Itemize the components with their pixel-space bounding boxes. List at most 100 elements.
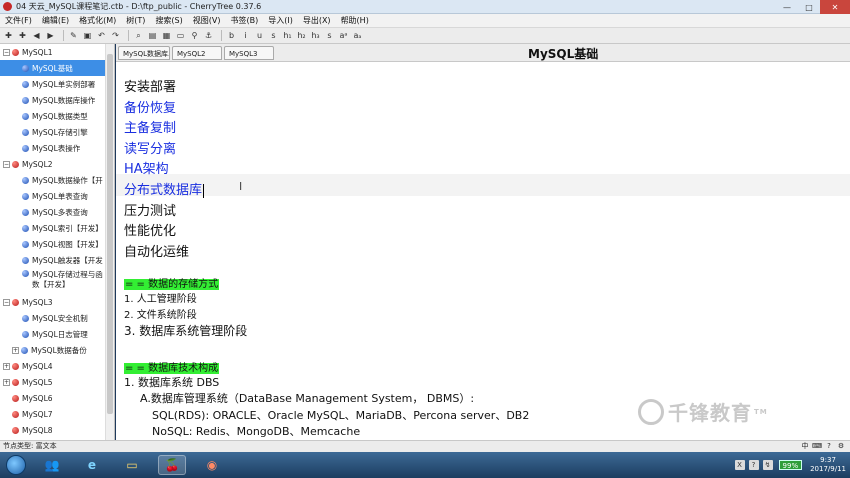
tree-node[interactable]: + MySQL数据备份 bbox=[0, 342, 114, 358]
tree-add-icon[interactable]: ✚ bbox=[3, 30, 14, 41]
h3-icon[interactable]: h₃ bbox=[310, 30, 321, 41]
tray-power-icon[interactable]: ↯ bbox=[762, 460, 773, 470]
tree-add-sub-icon[interactable]: ✚ bbox=[17, 30, 28, 41]
tree-node[interactable]: MySQL存储过程与函数【开发】 bbox=[0, 268, 114, 294]
tree-node[interactable]: MySQL8 bbox=[0, 422, 114, 438]
menu-item[interactable]: 帮助(H) bbox=[336, 15, 374, 26]
status-icon[interactable]: 中 bbox=[800, 441, 810, 452]
menu-item[interactable]: 文件(F) bbox=[0, 15, 37, 26]
expand-icon[interactable]: + bbox=[3, 378, 10, 386]
tree-node[interactable]: + MySQL4 bbox=[0, 358, 114, 374]
tree-node[interactable]: MySQL安全机制 bbox=[0, 310, 114, 326]
taskbar-explorer-icon[interactable]: ▭ bbox=[118, 455, 146, 475]
outline-link[interactable]: 备份恢复 bbox=[124, 97, 176, 116]
outline-link[interactable]: 读写分离 bbox=[124, 138, 176, 157]
tab-mysql2[interactable]: MySQL2 bbox=[172, 46, 222, 60]
tree-node-label: MySQL安全机制 bbox=[32, 313, 88, 323]
tree-node[interactable]: − MySQL1 bbox=[0, 44, 114, 60]
tree-node[interactable]: MySQL表操作 bbox=[0, 140, 114, 156]
taskbar-ie-icon[interactable]: e bbox=[78, 455, 106, 475]
clock[interactable]: 9:37 2017/9/11 bbox=[810, 456, 846, 474]
tree-node[interactable]: − MySQL3 bbox=[0, 294, 114, 310]
tree-node[interactable]: MySQL基础 bbox=[0, 60, 114, 76]
tree-node[interactable]: MySQL视图【开发】 bbox=[0, 236, 114, 252]
tree-node[interactable]: MySQL数据操作【开 bbox=[0, 172, 114, 188]
small-icon[interactable]: s bbox=[324, 30, 335, 41]
menu-item[interactable]: 编辑(E) bbox=[37, 15, 74, 26]
node-bullet-icon bbox=[21, 346, 28, 354]
outline-link[interactable]: 主备复制 bbox=[124, 117, 176, 136]
status-icon[interactable]: ⌨ bbox=[812, 441, 822, 452]
anchor-icon[interactable]: ⚓ bbox=[203, 30, 214, 41]
node-type-status: 节点类型: 富文本 bbox=[3, 442, 57, 450]
codebox-icon[interactable]: ▭ bbox=[175, 30, 186, 41]
redo-icon[interactable]: ↷ bbox=[110, 30, 121, 41]
tree-node[interactable]: − MySQL2 bbox=[0, 156, 114, 172]
outline-link[interactable]: 分布式数据库 bbox=[124, 179, 205, 198]
subscript-icon[interactable]: aₐ bbox=[352, 30, 363, 41]
taskbar-users-icon[interactable]: 👥 bbox=[38, 455, 66, 475]
menu-item[interactable]: 视图(V) bbox=[188, 15, 226, 26]
bold-icon[interactable]: b bbox=[226, 30, 237, 41]
superscript-icon[interactable]: aᵃ bbox=[338, 30, 349, 41]
tree-node[interactable]: MySQL存储引擎 bbox=[0, 124, 114, 140]
expand-icon[interactable]: + bbox=[12, 346, 19, 354]
menu-item[interactable]: 搜索(S) bbox=[150, 15, 187, 26]
search-icon[interactable]: ⌕ bbox=[133, 30, 144, 41]
rich-text-editor[interactable]: 安装部署 备份恢复 主备复制 读写分离 HA架构 分布式数据库 压力测试 性能优化 自动化运维 … bbox=[116, 62, 850, 440]
link-icon[interactable]: ⚲ bbox=[189, 30, 200, 41]
tree-node[interactable]: MySQL单实例部署 bbox=[0, 76, 114, 92]
close-button[interactable]: ✕ bbox=[820, 0, 850, 14]
tree-node[interactable]: MySQL6 bbox=[0, 390, 114, 406]
status-icon[interactable]: ⚙ bbox=[836, 441, 846, 452]
tree-node[interactable]: MySQL单表查询 bbox=[0, 188, 114, 204]
tree-node[interactable]: MySQL数据库操作 bbox=[0, 92, 114, 108]
tree-scrollbar[interactable] bbox=[105, 44, 114, 440]
status-icon[interactable]: ? bbox=[824, 441, 834, 452]
tree-node-label: MySQL视图【开发】 bbox=[32, 239, 103, 249]
h1-icon[interactable]: h₁ bbox=[282, 30, 293, 41]
tray-help-icon[interactable]: ? bbox=[748, 460, 759, 470]
battery-indicator[interactable]: 99% bbox=[778, 460, 803, 470]
menu-item[interactable]: 格式化(M) bbox=[74, 15, 121, 26]
expand-icon[interactable]: + bbox=[3, 362, 10, 370]
forward-icon[interactable]: ▶ bbox=[45, 30, 56, 41]
tree-node[interactable]: + MySQL5 bbox=[0, 374, 114, 390]
maximize-button[interactable]: □ bbox=[798, 0, 820, 14]
italic-icon[interactable]: i bbox=[240, 30, 251, 41]
node-tree[interactable]: − MySQL1 MySQL基础 MySQL单实例部署 MySQL数据库操作 MySQL数… bbox=[0, 44, 115, 440]
strikethrough-icon[interactable]: s bbox=[268, 30, 279, 41]
tab-mysql3[interactable]: MySQL3 bbox=[224, 46, 274, 60]
image-icon[interactable]: ▤ bbox=[147, 30, 158, 41]
start-button[interactable] bbox=[6, 455, 26, 475]
outline-link[interactable]: HA架构 bbox=[124, 158, 169, 177]
menu-item[interactable]: 导入(I) bbox=[263, 15, 298, 26]
tab-mysql-database[interactable]: MySQL数据库... bbox=[118, 46, 170, 60]
table-icon[interactable]: ▦ bbox=[161, 30, 172, 41]
menu-item[interactable]: 导出(X) bbox=[298, 15, 336, 26]
tree-node[interactable]: MySQL日志管理 bbox=[0, 326, 114, 342]
tree-scrollbar-thumb[interactable] bbox=[107, 54, 113, 414]
tree-node[interactable]: MySQL多表查询 bbox=[0, 204, 114, 220]
tree-node[interactable]: MySQL索引【开发】 bbox=[0, 220, 114, 236]
taskbar-app-icon[interactable]: ◉ bbox=[198, 455, 226, 475]
h2-icon[interactable]: h₂ bbox=[296, 30, 307, 41]
back-icon[interactable]: ◀ bbox=[31, 30, 42, 41]
tree-node[interactable]: MySQL7 bbox=[0, 406, 114, 422]
tree-node-label: MySQL基础 bbox=[32, 63, 73, 73]
node-edit-icon[interactable]: ✎ bbox=[68, 30, 79, 41]
tree-node[interactable]: MySQL触发器【开发 bbox=[0, 252, 114, 268]
tree-node[interactable]: MySQL数据类型 bbox=[0, 108, 114, 124]
collapse-icon[interactable]: − bbox=[3, 298, 10, 306]
collapse-icon[interactable]: − bbox=[3, 160, 10, 168]
collapse-icon[interactable]: − bbox=[3, 48, 10, 56]
underline-icon[interactable]: u bbox=[254, 30, 265, 41]
tree-node-label: MySQL触发器【开发 bbox=[32, 255, 103, 265]
taskbar-cherrytree-icon[interactable]: 🍒 bbox=[158, 455, 186, 475]
tray-icon[interactable]: X bbox=[734, 460, 745, 470]
menu-item[interactable]: 书签(B) bbox=[225, 15, 263, 26]
minimize-button[interactable]: — bbox=[776, 0, 798, 14]
save-icon[interactable]: ▣ bbox=[82, 30, 93, 41]
undo-icon[interactable]: ↶ bbox=[96, 30, 107, 41]
menu-item[interactable]: 树(T) bbox=[121, 15, 150, 26]
